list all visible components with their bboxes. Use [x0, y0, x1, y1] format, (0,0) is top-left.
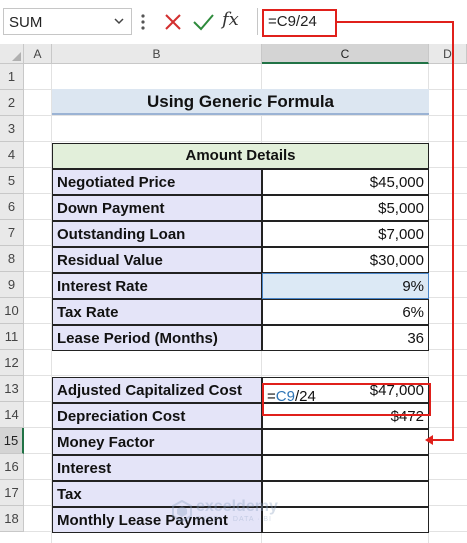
formula-highlight-box — [262, 9, 337, 37]
row-header-15[interactable]: 15 — [0, 428, 24, 454]
table1-label-lease-period[interactable]: Lease Period (Months) — [52, 325, 262, 351]
row-header-3[interactable]: 3 — [0, 116, 24, 142]
value-text: 36 — [407, 329, 424, 347]
row-header-13[interactable]: 13 — [0, 376, 24, 402]
exceldemy-watermark: exceldemy EXCEL · DATA · BI — [172, 498, 322, 528]
row-header-2[interactable]: 2 — [0, 90, 24, 116]
label-text: Tax — [57, 485, 82, 503]
row-header-12[interactable]: 12 — [0, 350, 24, 376]
exceldemy-logo-icon — [172, 500, 192, 522]
table1-value-interest-rate[interactable]: 9% — [262, 273, 429, 299]
row-header-18[interactable]: 18 — [0, 506, 24, 532]
label-text: Residual Value — [57, 251, 163, 269]
watermark-name: exceldemy — [196, 498, 278, 515]
formula-prefix: = — [267, 388, 276, 405]
table1-value-outstanding-loan[interactable]: $7,000 — [262, 221, 429, 247]
gridline-row — [24, 375, 467, 376]
column-header-b[interactable]: B — [52, 44, 262, 64]
row-header-10[interactable]: 10 — [0, 298, 24, 324]
row-header-5[interactable]: 5 — [0, 168, 24, 194]
cell-edit-formula[interactable]: =C9/24 — [267, 388, 316, 405]
row-header-16[interactable]: 16 — [0, 454, 24, 480]
table1-value-residual-value[interactable]: $30,000 — [262, 247, 429, 273]
table1-value-down-payment[interactable]: $5,000 — [262, 195, 429, 221]
more-dots-icon[interactable] — [140, 12, 146, 32]
label-text: Lease Period (Months) — [57, 329, 218, 347]
row-header-7[interactable]: 7 — [0, 220, 24, 246]
column-header-c[interactable]: C — [262, 44, 429, 64]
row-header-14[interactable]: 14 — [0, 402, 24, 428]
table2-label-adjusted-capitalized-cost[interactable]: Adjusted Capitalized Cost — [52, 377, 262, 403]
table1-value-lease-period[interactable]: 36 — [262, 325, 429, 351]
table1-label-residual-value[interactable]: Residual Value — [52, 247, 262, 273]
table2-value-money-factor[interactable] — [262, 429, 429, 455]
spreadsheet-grid: A B C D 1 2 3 4 5 6 7 8 9 10 11 12 13 14 15 16 17 18 Usin… — [0, 44, 467, 543]
row-header-11[interactable]: 11 — [0, 324, 24, 350]
row-header-9[interactable]: 9 — [0, 272, 24, 298]
table1-label-negotiated-price[interactable]: Negotiated Price — [52, 169, 262, 195]
title-cell[interactable]: Using Generic Formula — [52, 89, 429, 115]
formula-suffix: /24 — [294, 388, 316, 405]
table1-value-negotiated-price[interactable]: $45,000 — [262, 169, 429, 195]
table2-value-interest[interactable] — [262, 455, 429, 481]
formula-bar: SUM fx =C9/24 — [0, 0, 467, 44]
row-header-17[interactable]: 17 — [0, 480, 24, 506]
column-header-a[interactable]: A — [24, 44, 52, 64]
label-text: Down Payment — [57, 199, 165, 217]
select-all-corner[interactable] — [0, 44, 24, 64]
row-header-4[interactable]: 4 — [0, 142, 24, 168]
label-text: Tax Rate — [57, 303, 119, 321]
table2-label-money-factor[interactable]: Money Factor — [52, 429, 262, 455]
table2-label-depreciation-cost[interactable]: Depreciation Cost — [52, 403, 262, 429]
label-text: Interest — [57, 459, 112, 477]
name-box-value: SUM — [9, 14, 43, 31]
value-text: $45,000 — [369, 173, 424, 191]
table1-label-down-payment[interactable]: Down Payment — [52, 195, 262, 221]
label-text: Adjusted Capitalized Cost — [57, 381, 243, 399]
label-text: Money Factor — [57, 433, 155, 451]
name-box[interactable]: SUM — [3, 8, 132, 35]
value-text: $30,000 — [369, 251, 424, 269]
insert-function-icon[interactable]: fx — [222, 9, 239, 30]
row-header-6[interactable]: 6 — [0, 194, 24, 220]
table1-value-tax-rate[interactable]: 6% — [262, 299, 429, 325]
enter-checkmark-icon[interactable] — [191, 10, 215, 34]
table2-label-interest[interactable]: Interest — [52, 455, 262, 481]
row-header-1[interactable]: 1 — [0, 64, 24, 90]
table1-label-interest-rate[interactable]: Interest Rate — [52, 273, 262, 299]
amount-details-header[interactable]: Amount Details — [52, 143, 429, 169]
formula-cell-reference: C9 — [275, 388, 295, 405]
label-text: Depreciation Cost — [57, 407, 186, 425]
value-text: $5,000 — [378, 199, 424, 217]
label-text: Interest Rate — [57, 277, 148, 295]
label-text: Negotiated Price — [57, 173, 176, 191]
chevron-down-icon[interactable] — [113, 15, 125, 27]
table1-label-tax-rate[interactable]: Tax Rate — [52, 299, 262, 325]
cancel-icon[interactable] — [162, 11, 184, 33]
label-text: Outstanding Loan — [57, 225, 186, 243]
table1-label-outstanding-loan[interactable]: Outstanding Loan — [52, 221, 262, 247]
value-text: 9% — [402, 277, 424, 295]
watermark-tagline: EXCEL · DATA · BI — [196, 516, 272, 523]
gridline-row — [24, 115, 467, 116]
value-text: 6% — [402, 303, 424, 321]
value-text: $7,000 — [378, 225, 424, 243]
column-header-d[interactable]: D — [429, 44, 467, 64]
row-header-8[interactable]: 8 — [0, 246, 24, 272]
gridline-row — [24, 141, 467, 142]
